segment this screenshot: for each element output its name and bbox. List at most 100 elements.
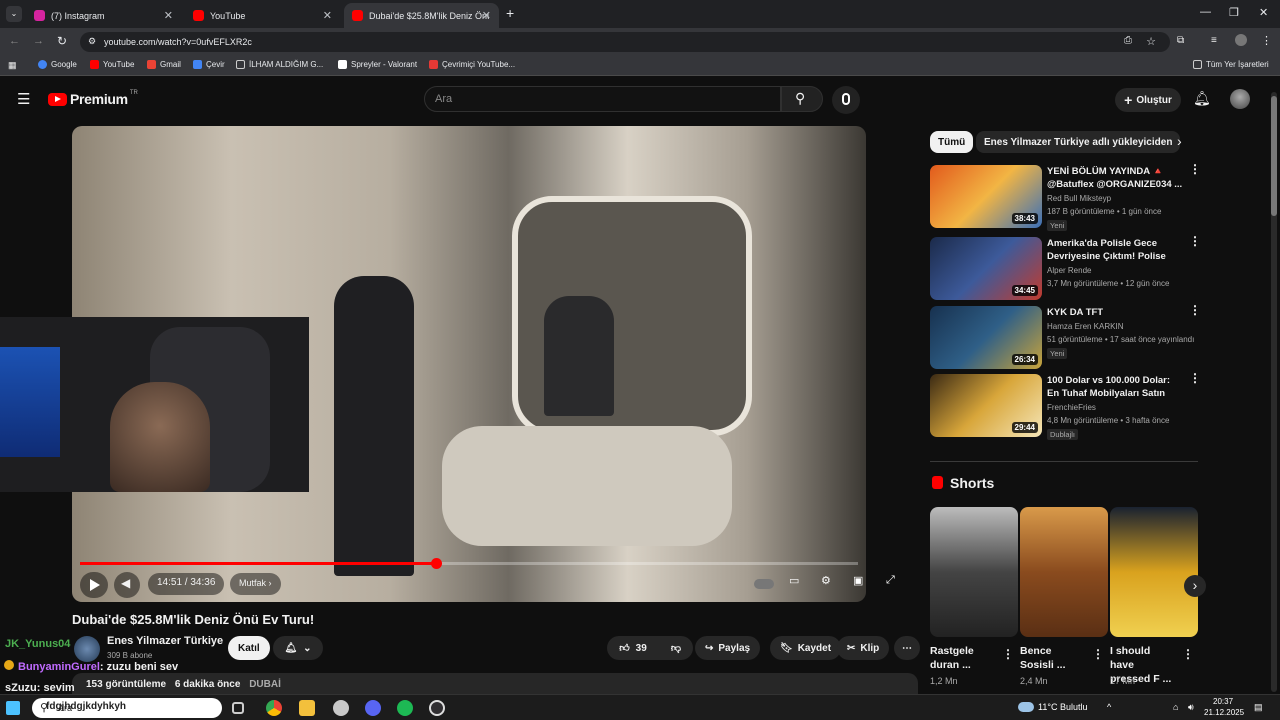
- dislike-button[interactable]: 👎︎: [659, 636, 693, 660]
- new-tab-icon[interactable]: +: [506, 5, 514, 21]
- related-video[interactable]: 29:44 100 Dolar vs 100.000 Dolar: En Tuh…: [930, 372, 1201, 440]
- bookmark-online-youtube[interactable]: Çevrimiçi YouTube...: [429, 60, 515, 69]
- more-vert-icon[interactable]: ⋮: [1182, 647, 1194, 661]
- forward-icon[interactable]: →: [33, 35, 44, 47]
- clip-button[interactable]: ✂ Klip: [837, 636, 890, 660]
- avatar[interactable]: [1230, 89, 1250, 109]
- more-vert-icon[interactable]: ⋮: [1189, 304, 1201, 316]
- window-close-icon[interactable]: ✕: [1259, 6, 1268, 19]
- hamburger-menu-icon[interactable]: ☰: [17, 90, 30, 108]
- join-button[interactable]: Katıl: [228, 636, 270, 660]
- bookmark-translate[interactable]: Çevir: [193, 60, 225, 69]
- chip-from-uploader[interactable]: Enes Yilmazer Türkiye adlı yükleyiciden: [976, 131, 1181, 153]
- chip-all[interactable]: Tümü: [930, 131, 974, 153]
- notification-icon[interactable]: ▤: [1254, 702, 1263, 713]
- more-vert-icon[interactable]: ⋮: [1189, 163, 1201, 175]
- obs-icon[interactable]: [429, 700, 445, 716]
- fullscreen-icon[interactable]: ⤢: [886, 574, 895, 587]
- tab-video[interactable]: Dubai'de $25.8M'lik Deniz Önü ✕: [344, 3, 499, 28]
- weather-text[interactable]: 11°C Bulutlu: [1038, 702, 1087, 712]
- clock-date[interactable]: 21.12.2025: [1204, 708, 1244, 717]
- tab-search-icon[interactable]: ⌄: [6, 6, 22, 22]
- discord-icon[interactable]: [365, 700, 381, 716]
- hashtag[interactable]: DUBAİ: [249, 679, 281, 690]
- video-thumbnail[interactable]: 26:34: [930, 306, 1042, 369]
- related-video-channel[interactable]: FrenchieFries: [1047, 403, 1096, 412]
- reload-icon[interactable]: ↻: [57, 34, 67, 48]
- video-thumbnail[interactable]: 29:44: [930, 374, 1042, 437]
- bookmark-folder[interactable]: İLHAM ALDIĞIM G...: [236, 60, 323, 69]
- address-bar[interactable]: ⚙ youtube.com/watch?v=0ufvEFLXR2c ⎙ ☆: [80, 32, 1170, 52]
- bookmark-gmail[interactable]: Gmail: [147, 60, 181, 69]
- settings-icon[interactable]: ⚙: [821, 574, 831, 587]
- chrome-icon[interactable]: [266, 700, 282, 716]
- close-icon[interactable]: ✕: [482, 9, 491, 22]
- network-icon[interactable]: ⌂: [1173, 702, 1178, 712]
- close-icon[interactable]: ✕: [323, 9, 332, 22]
- shorts-next-button[interactable]: ›: [1184, 575, 1206, 597]
- windows-start-icon[interactable]: [6, 701, 20, 715]
- restore-icon[interactable]: ❐: [1229, 6, 1239, 19]
- more-vert-icon[interactable]: ⋮: [1092, 647, 1104, 661]
- related-video-channel[interactable]: Hamza Eren KARKIN: [1047, 322, 1123, 331]
- back-icon[interactable]: ←: [9, 35, 20, 47]
- spotify-icon[interactable]: [397, 700, 413, 716]
- short-thumbnail[interactable]: [1110, 507, 1198, 637]
- more-vert-icon[interactable]: ⋮: [1002, 647, 1014, 661]
- tab-instagram[interactable]: (7) Instagram ✕: [26, 3, 181, 28]
- tab-youtube[interactable]: YouTube ✕: [185, 3, 340, 28]
- bookmark-google[interactable]: Google: [38, 60, 77, 69]
- share-button[interactable]: ↪ Paylaş: [695, 636, 761, 660]
- related-video-channel[interactable]: Alper Rende: [1047, 266, 1091, 275]
- apps-icon[interactable]: ▦: [8, 60, 17, 71]
- notifications-icon[interactable]: 🔔︎: [1193, 90, 1211, 107]
- app-icon[interactable]: [333, 700, 349, 716]
- more-vert-icon[interactable]: ⋮: [1189, 235, 1201, 247]
- tray-chevron-icon[interactable]: ^: [1107, 702, 1111, 712]
- volume-button[interactable]: ◀: [114, 572, 140, 598]
- scrollbar-thumb[interactable]: [1271, 96, 1277, 216]
- play-button[interactable]: [80, 572, 108, 598]
- related-video[interactable]: 26:34 KYK DA TFT Hamza Eren KARKIN 51 gö…: [930, 304, 1201, 372]
- profile-icon[interactable]: [1235, 34, 1247, 46]
- create-button[interactable]: + Oluştur: [1115, 88, 1181, 112]
- chevron-right-icon[interactable]: ›: [1177, 133, 1182, 149]
- clock-time[interactable]: 20:37: [1213, 697, 1233, 706]
- page-scrollbar[interactable]: [1271, 92, 1277, 692]
- search-input[interactable]: Ara: [424, 86, 781, 112]
- bookmark-valorant[interactable]: Spreyler - Valorant: [338, 60, 417, 69]
- subtitles-icon[interactable]: ▭: [789, 574, 799, 587]
- channel-name[interactable]: Enes Yilmazer Türkiye: [107, 635, 223, 647]
- more-vert-icon[interactable]: ⋮: [1189, 372, 1201, 384]
- short-thumbnail[interactable]: [930, 507, 1018, 637]
- volume-icon[interactable]: 🔊︎: [1188, 702, 1194, 713]
- miniplayer-icon[interactable]: ▣: [853, 574, 863, 587]
- install-icon[interactable]: ⎙: [1124, 35, 1132, 46]
- subscribed-bell-button[interactable]: 🔔︎ ⌄: [273, 636, 323, 660]
- bookmark-star-icon[interactable]: ☆: [1146, 35, 1156, 48]
- scrubber-handle[interactable]: [431, 558, 443, 569]
- youtube-premium-logo[interactable]: Premium TR: [48, 90, 138, 107]
- save-button[interactable]: 🔖︎ Kaydet: [770, 636, 842, 660]
- channel-avatar[interactable]: [74, 636, 100, 662]
- related-video-channel[interactable]: Red Bull Mikstеyp: [1047, 194, 1111, 203]
- task-view-icon[interactable]: [232, 702, 244, 714]
- short-thumbnail[interactable]: [1020, 507, 1108, 637]
- search-button[interactable]: ⚲: [781, 86, 823, 112]
- related-video[interactable]: 38:43 YENİ BÖLÜM YAYINDA 🔺 @Batuflex @OR…: [930, 163, 1201, 231]
- site-info-icon[interactable]: ⚙: [88, 36, 96, 47]
- video-thumbnail[interactable]: 34:45: [930, 237, 1042, 300]
- media-icon[interactable]: ≡: [1211, 35, 1217, 46]
- minimize-icon[interactable]: —: [1200, 6, 1211, 18]
- close-icon[interactable]: ✕: [164, 9, 173, 22]
- voice-search-button[interactable]: [832, 86, 860, 114]
- like-button[interactable]: 👍︎ 39: [607, 636, 659, 660]
- bookmark-youtube[interactable]: YouTube: [90, 60, 134, 69]
- menu-icon[interactable]: ⋮: [1261, 34, 1272, 47]
- bookmark-all[interactable]: Tüm Yer İşaretleri: [1193, 60, 1269, 69]
- chapter-button[interactable]: Mutfak ›: [230, 573, 281, 595]
- progress-bar[interactable]: [80, 558, 858, 569]
- file-explorer-icon[interactable]: [299, 700, 315, 716]
- more-actions-button[interactable]: ⋯: [894, 636, 920, 660]
- autoplay-toggle[interactable]: [754, 579, 774, 589]
